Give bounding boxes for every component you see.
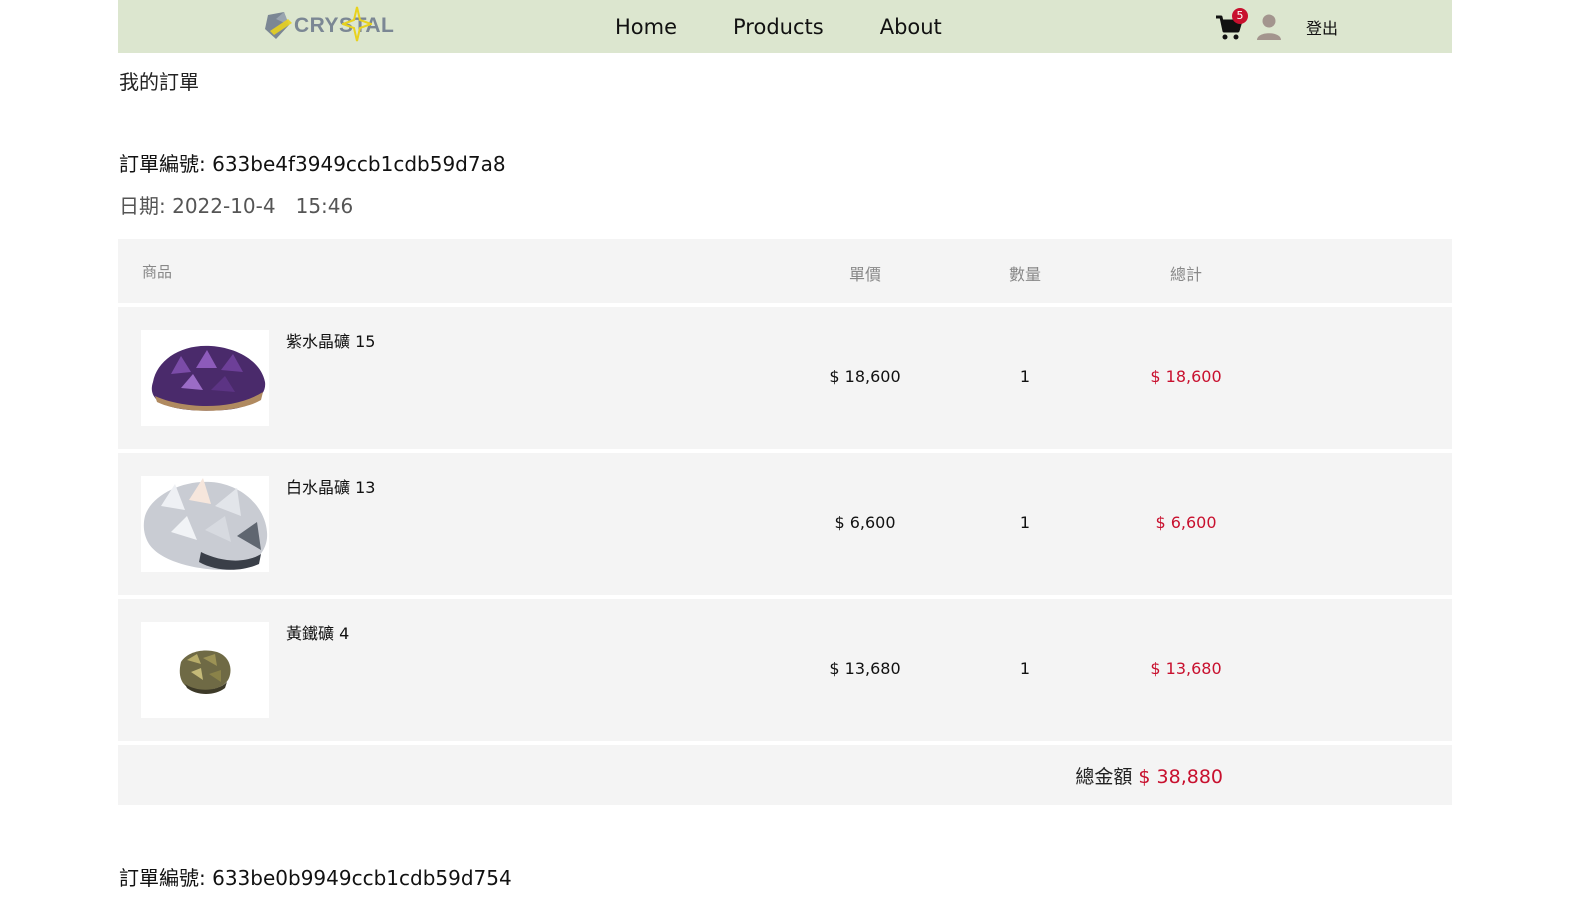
order-number: 訂單編號: 633be0b9949ccb1cdb59d754 xyxy=(119,866,512,890)
unit-price: $ 13,680 xyxy=(829,659,901,678)
col-header-price: 單價 xyxy=(848,265,881,284)
table-header: 商品 單價 數量 總計 xyxy=(118,239,1452,303)
nav-actions: 5 登出 xyxy=(1214,0,1338,53)
order-date: 日期: 2022-10-4 15:46 xyxy=(119,190,353,219)
table-row: 黃鐵礦 4 $ 13,680 1 $ 13,680 xyxy=(118,599,1452,741)
main-nav: Home Products About xyxy=(615,0,998,53)
line-total: $ 13,680 xyxy=(1150,659,1222,678)
pyrite-nugget-image xyxy=(179,650,231,694)
navbar: CRYSTAL Home Products About 5 登出 xyxy=(118,0,1452,53)
col-header-qty: 數量 xyxy=(1008,265,1041,284)
table-row: 紫水晶礦 15 $ 18,600 1 $ 18,600 xyxy=(118,307,1452,449)
unit-price: $ 6,600 xyxy=(834,513,896,532)
quantity: 1 xyxy=(1019,659,1031,678)
nav-products[interactable]: Products xyxy=(733,15,824,39)
order-date-value: 日期: 2022-10-4 xyxy=(119,194,276,218)
table-row: 白水晶礦 13 $ 6,600 1 $ 6,600 xyxy=(118,453,1452,595)
product-image[interactable] xyxy=(141,476,269,572)
crystal-logo-icon xyxy=(265,12,292,39)
nav-home[interactable]: Home xyxy=(615,15,677,39)
logout-link[interactable]: 登出 xyxy=(1306,15,1338,39)
order-time: 15:46 xyxy=(295,194,354,218)
col-header-product: 商品 xyxy=(142,263,173,281)
unit-price: $ 18,600 xyxy=(829,367,901,386)
order-number: 訂單編號: 633be4f3949ccb1cdb59d7a8 xyxy=(119,152,506,176)
cart-button[interactable]: 5 xyxy=(1214,7,1248,42)
product-name[interactable]: 黃鐵礦 4 xyxy=(286,620,349,644)
order-items-table: 商品 單價 數量 總計 紫水晶礦 15 $ 18,600 1 $ 18,600 … xyxy=(118,239,1452,805)
user-icon[interactable] xyxy=(1256,13,1282,41)
grand-total-label: 總金額 xyxy=(1075,766,1133,788)
quantity: 1 xyxy=(1019,367,1031,386)
nav-about[interactable]: About xyxy=(880,15,942,39)
grand-total-amount: $ 38,880 xyxy=(1138,766,1223,788)
clear-quartz-cluster-image xyxy=(143,478,268,570)
amethyst-cluster-image xyxy=(151,345,266,411)
line-total: $ 18,600 xyxy=(1150,367,1222,386)
product-name[interactable]: 白水晶礦 13 xyxy=(286,474,375,498)
col-header-total: 總計 xyxy=(1169,265,1202,284)
line-total: $ 6,600 xyxy=(1155,513,1217,532)
cart-count-badge: 5 xyxy=(1232,7,1248,24)
grand-total: 總金額 $ 38,880 xyxy=(1075,762,1223,789)
product-image[interactable] xyxy=(141,622,269,718)
logo[interactable]: CRYSTAL xyxy=(262,6,394,44)
order-total-row: 總金額 $ 38,880 xyxy=(118,745,1452,805)
star-logo-icon xyxy=(342,6,373,42)
page-title: 我的訂單 xyxy=(119,70,199,94)
quantity: 1 xyxy=(1019,513,1031,532)
product-image[interactable] xyxy=(141,330,269,426)
product-name[interactable]: 紫水晶礦 15 xyxy=(286,328,375,352)
page: CRYSTAL Home Products About 5 登出 我的訂單 訂單… xyxy=(0,0,1575,900)
